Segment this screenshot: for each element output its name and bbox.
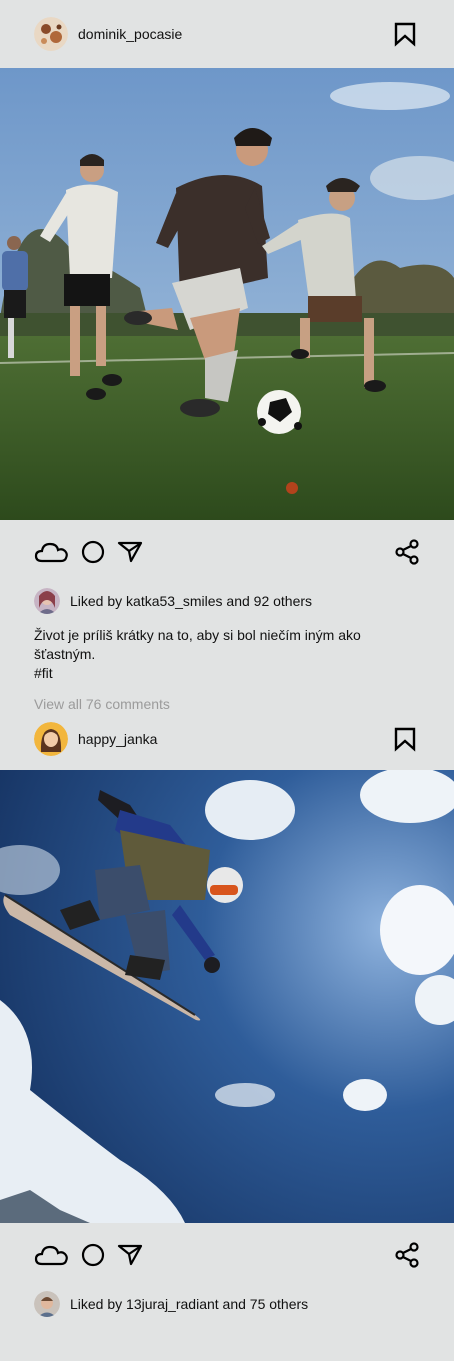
likes-text[interactable]: Liked by 13juraj_radiant and 75 others (70, 1296, 308, 1312)
caption-hashtag[interactable]: #fit (34, 664, 420, 683)
post: happy_janka Liked by 13juraj_radiant and… (0, 708, 454, 1319)
circle-icon[interactable] (80, 1242, 106, 1268)
send-icon[interactable] (116, 539, 144, 565)
send-icon[interactable] (116, 1242, 144, 1268)
share-icon[interactable] (394, 539, 420, 565)
post-actions (0, 520, 454, 584)
post: dominik_pocasie Liked by katka53_smiles … (0, 0, 454, 712)
likes-row: Liked by katka53_smiles and 92 others (0, 586, 454, 616)
post-photo[interactable] (0, 770, 454, 1223)
post-actions (0, 1223, 454, 1287)
cloud-icon[interactable] (34, 539, 70, 565)
bookmark-icon[interactable] (392, 726, 418, 752)
cloud-icon[interactable] (34, 1242, 70, 1268)
likes-text[interactable]: Liked by katka53_smiles and 92 others (70, 593, 312, 609)
post-header: dominik_pocasie (0, 0, 454, 68)
post-header: happy_janka (0, 708, 454, 770)
caption-text: Život je príliš krátky na to, aby si bol… (34, 627, 361, 662)
circle-icon[interactable] (80, 539, 106, 565)
bookmark-icon[interactable] (392, 21, 418, 47)
soccer-photo (0, 68, 454, 520)
username[interactable]: dominik_pocasie (78, 26, 392, 42)
liker-avatar[interactable] (34, 588, 60, 614)
share-icon[interactable] (394, 1242, 420, 1268)
liker-avatar[interactable] (34, 1291, 60, 1317)
user-avatar[interactable] (34, 17, 68, 51)
likes-row: Liked by 13juraj_radiant and 75 others (0, 1289, 454, 1319)
username[interactable]: happy_janka (78, 731, 392, 747)
caption: Život je príliš krátky na to, aby si bol… (0, 626, 454, 683)
snowboard-photo (0, 770, 454, 1223)
user-avatar[interactable] (34, 722, 68, 756)
post-photo[interactable] (0, 68, 454, 520)
